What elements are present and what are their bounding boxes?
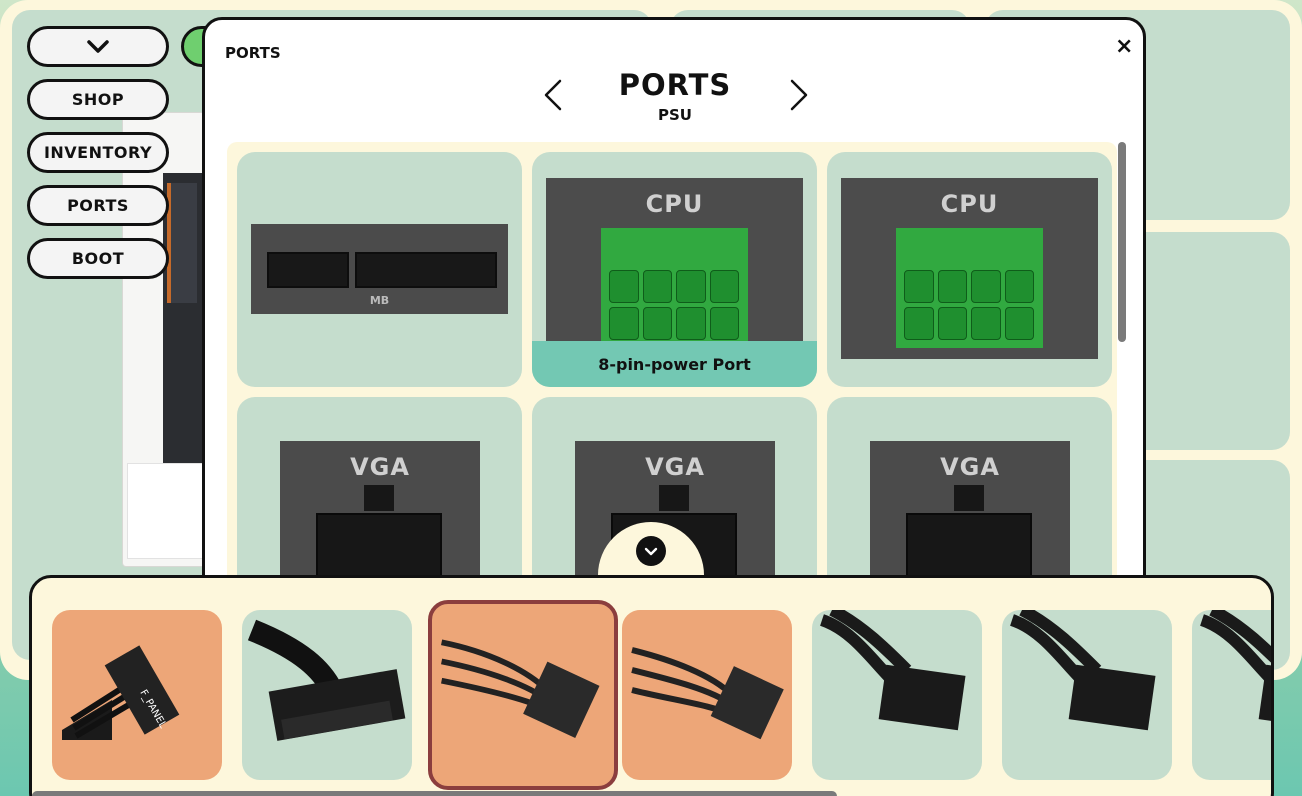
nav-boot-button[interactable]: BOOT — [27, 238, 169, 279]
connector-shape — [355, 252, 497, 288]
port-label: VGA — [940, 453, 1000, 481]
page-title: PORTS — [618, 68, 732, 102]
chevron-down-icon — [87, 39, 109, 53]
mb-port-image: MB — [251, 224, 508, 314]
chevron-right-icon[interactable] — [788, 78, 810, 112]
tray-item-8-pin-cable[interactable] — [1002, 610, 1172, 780]
tray-item-8-pin-cable[interactable] — [1192, 610, 1271, 780]
cpu-port-image: CPU — [841, 178, 1098, 359]
port-label: CPU — [645, 190, 704, 218]
port-card-cpu[interactable]: CPU — [827, 152, 1112, 387]
connector-shape — [267, 252, 349, 288]
tray-item-8-pin-cable[interactable] — [622, 610, 792, 780]
port-label: VGA — [350, 453, 410, 481]
cpu-port-image: CPU — [546, 178, 803, 359]
chevron-down-icon[interactable] — [636, 536, 666, 566]
tray-item-8-pin-cable[interactable] — [428, 600, 618, 790]
case-psu-shroud — [127, 463, 205, 559]
modal-label: PORTS — [225, 44, 281, 62]
nav-inventory-button[interactable]: INVENTORY — [27, 132, 169, 173]
nav-ports-button[interactable]: PORTS — [27, 185, 169, 226]
port-label: VGA — [645, 453, 705, 481]
nav-shop-button[interactable]: SHOP — [27, 79, 169, 120]
page-subtitle: PSU — [658, 106, 692, 124]
tray-item-8-pin-cable[interactable] — [812, 610, 982, 780]
vga-port-image: VGA — [870, 441, 1070, 581]
port-highlight — [601, 228, 748, 348]
port-label: CPU — [940, 190, 999, 218]
chevron-left-icon[interactable] — [542, 78, 564, 112]
tray-item-24-pin-cable[interactable] — [242, 610, 412, 780]
port-highlight — [896, 228, 1043, 348]
pc-case-image — [122, 112, 213, 567]
modal-scrollbar[interactable] — [1118, 142, 1126, 342]
tray-scrollbar[interactable] — [32, 791, 837, 796]
vga-port-image: VGA — [280, 441, 480, 581]
tray-item-front-panel-cable[interactable]: F_PANEL — [52, 610, 222, 780]
close-button[interactable]: × — [1115, 36, 1133, 58]
port-label: MB — [369, 294, 390, 307]
port-card-cpu[interactable]: CPU 8-pin-power Port — [532, 152, 817, 387]
cable-inventory-tray: F_PANEL — [29, 575, 1274, 796]
menu-toggle-button[interactable] — [27, 26, 169, 67]
port-name-label: 8-pin-power Port — [532, 341, 817, 387]
heatsink-image — [167, 183, 197, 303]
port-card-mb[interactable]: MB — [237, 152, 522, 387]
